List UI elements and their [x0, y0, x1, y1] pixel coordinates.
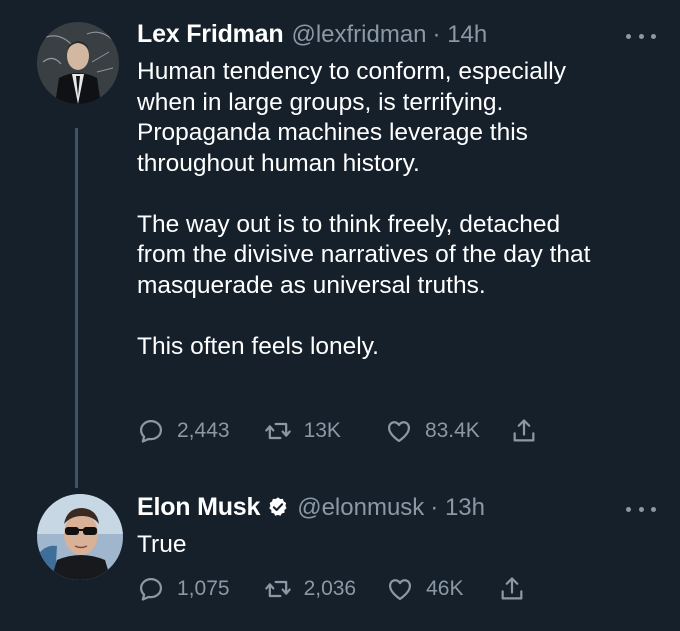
retweet-count: 13K [303, 419, 341, 442]
avatar-elon[interactable] [37, 494, 123, 580]
share-button[interactable] [498, 575, 526, 603]
retweet-button[interactable]: 13K [264, 417, 341, 445]
timestamp[interactable]: · 13h [430, 494, 485, 522]
like-icon [387, 421, 410, 443]
retweet-button[interactable]: 2,036 [264, 575, 357, 603]
author-handle[interactable]: @lexfridman [291, 21, 426, 49]
like-count: 46K [426, 577, 464, 600]
reply-count: 1,075 [177, 577, 230, 600]
thread-line [75, 128, 78, 488]
retweet-count: 2,036 [303, 577, 357, 600]
more-icon[interactable] [626, 504, 656, 514]
tweet-text: Human tendency to conform, especially wh… [137, 58, 591, 360]
author-name[interactable]: Lex Fridman [137, 20, 284, 49]
like-count: 83.4K [424, 419, 480, 442]
reply-count: 2,443 [177, 419, 230, 442]
retweet-icon [264, 580, 291, 598]
author-handle[interactable]: @elonmusk [297, 494, 424, 522]
retweet-icon [264, 422, 291, 440]
reply-button[interactable]: 1,075 [137, 575, 230, 603]
like-button[interactable]: 83.4K [385, 417, 480, 445]
verified-icon [269, 497, 287, 516]
action-bar: 1,075 2,036 46K [137, 575, 526, 603]
tweet-header: Elon Musk @elonmusk · 13h [137, 493, 485, 522]
timestamp[interactable]: · 14h [433, 21, 488, 49]
share-icon [513, 419, 535, 442]
action-bar: 2,443 13K 83.4K [137, 417, 538, 445]
like-button[interactable]: 46K [386, 575, 464, 603]
more-icon[interactable] [626, 31, 656, 41]
like-icon [389, 579, 412, 601]
reply-button[interactable]: 2,443 [137, 417, 230, 445]
author-name[interactable]: Elon Musk [137, 493, 260, 522]
tweet-text: True [137, 531, 187, 558]
reply-icon [139, 577, 163, 601]
share-button[interactable] [510, 417, 538, 445]
tweet-header: Lex Fridman @lexfridman · 14h [137, 20, 487, 49]
reply-icon [139, 419, 163, 443]
share-icon [501, 577, 522, 600]
avatar-lex[interactable] [37, 22, 119, 104]
